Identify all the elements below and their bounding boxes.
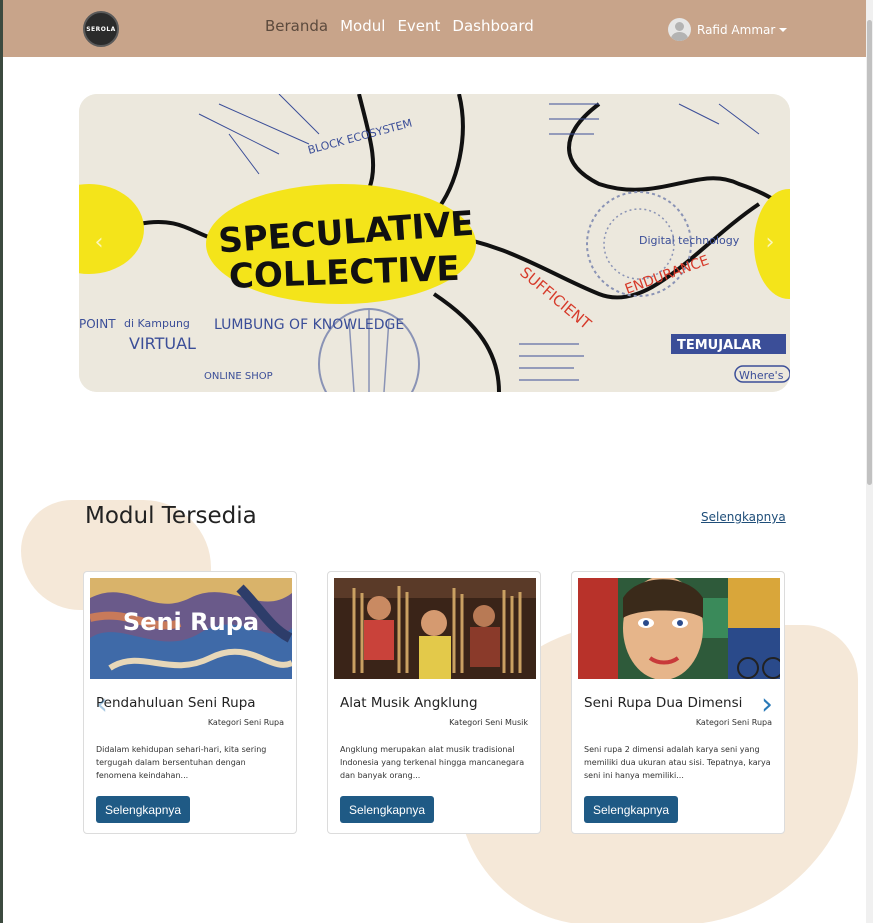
chevron-right-icon: ›	[765, 229, 775, 255]
card-button[interactable]: Selengkapnya	[340, 796, 435, 823]
scrollbar-thumb[interactable]	[867, 20, 872, 485]
card-title: Pendahuluan Seni Rupa	[96, 695, 256, 711]
carousel-next-button[interactable]: ›	[756, 686, 778, 722]
section-title: Modul Tersedia	[85, 503, 257, 529]
svg-text:ONLINE SHOP: ONLINE SHOP	[204, 371, 273, 382]
module-carousel: Seni Rupa Pendahuluan Seni Rupa Kategori…	[83, 568, 786, 838]
nav-link-event[interactable]: Event	[397, 17, 440, 35]
module-card[interactable]: Seni Rupa Dua Dimensi Kategori Seni Rupa…	[571, 571, 785, 834]
card-image	[334, 578, 536, 679]
card-category: Kategori Seni Musik	[449, 718, 528, 727]
nav-links: Beranda Modul Event Dashboard	[265, 17, 534, 35]
logo-text: SEROLA	[86, 25, 116, 33]
svg-text:di Kampung: di Kampung	[124, 317, 190, 330]
hero-prev-button[interactable]: ‹	[87, 227, 111, 257]
card-category: Kategori Seni Rupa	[207, 718, 284, 727]
svg-text:COLLECTIVE: COLLECTIVE	[228, 249, 460, 297]
svg-text:TEMUJALAR: TEMUJALAR	[677, 338, 762, 353]
svg-text:Digital technology: Digital technology	[639, 234, 740, 247]
user-menu[interactable]: Rafid Ammar	[668, 18, 788, 41]
logo[interactable]: SEROLA	[83, 11, 119, 47]
svg-text:POINT: POINT	[79, 317, 116, 331]
card-description: Angklung merupakan alat musik tradisiona…	[340, 745, 525, 780]
hero-image: SPECULATIVE COLLECTIVE SUFFICIENT ENDURA…	[79, 94, 790, 392]
svg-text:Where's: Where's	[739, 369, 784, 382]
svg-text:VIRTUAL: VIRTUAL	[129, 334, 196, 353]
page: SEROLA Beranda Modul Event Dashboard Raf…	[3, 0, 866, 923]
card-button[interactable]: Selengkapnya	[584, 796, 679, 823]
svg-text:Seni Rupa: Seni Rupa	[123, 608, 259, 636]
card-description: Didalam kehidupan sehari-hari, kita seri…	[96, 745, 267, 780]
hero-carousel: SPECULATIVE COLLECTIVE SUFFICIENT ENDURA…	[79, 94, 790, 392]
card-button[interactable]: Selengkapnya	[96, 796, 191, 823]
chevron-left-icon: ‹	[94, 229, 104, 255]
hero-next-button[interactable]: ›	[758, 227, 782, 257]
card-image	[578, 578, 780, 679]
card-image: Seni Rupa	[90, 578, 292, 679]
module-card[interactable]: Alat Musik Angklung Kategori Seni Musik …	[327, 571, 541, 834]
card-title: Alat Musik Angklung	[340, 695, 478, 711]
scrollbar[interactable]	[866, 0, 873, 923]
user-name: Rafid Ammar	[697, 22, 776, 37]
avatar	[668, 18, 691, 41]
card-description: Seni rupa 2 dimensi adalah karya seni ya…	[584, 745, 771, 780]
chevron-right-icon: ›	[761, 686, 773, 722]
nav-link-beranda[interactable]: Beranda	[265, 17, 328, 35]
nav-link-modul[interactable]: Modul	[340, 17, 385, 35]
chevron-left-icon: ‹	[96, 686, 108, 722]
module-card[interactable]: Seni Rupa Pendahuluan Seni Rupa Kategori…	[83, 571, 297, 834]
see-more-link[interactable]: Selengkapnya	[701, 510, 786, 524]
chevron-down-icon	[779, 27, 788, 32]
card-title: Seni Rupa Dua Dimensi	[584, 695, 743, 711]
nav-link-dashboard[interactable]: Dashboard	[452, 17, 533, 35]
navbar: SEROLA Beranda Modul Event Dashboard Raf…	[3, 0, 866, 57]
svg-text:LUMBUNG OF KNOWLEDGE: LUMBUNG OF KNOWLEDGE	[214, 317, 404, 333]
carousel-prev-button[interactable]: ‹	[91, 686, 113, 722]
